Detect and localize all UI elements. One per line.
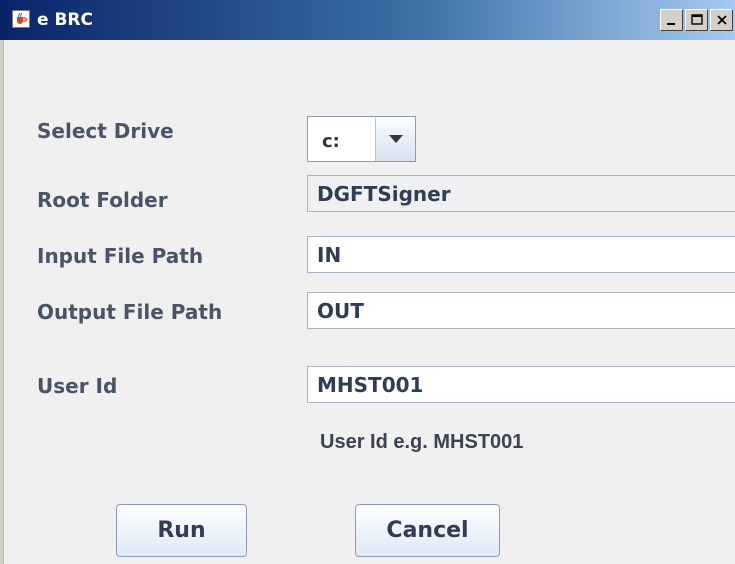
close-icon xyxy=(717,15,727,25)
input-file-path-label: Input File Path xyxy=(37,244,204,268)
user-id-value: MHST001 xyxy=(317,373,424,397)
window-controls xyxy=(660,9,733,32)
minimize-button[interactable] xyxy=(660,9,683,31)
cancel-button[interactable]: Cancel xyxy=(355,504,500,557)
user-id-example-hint: User Id e.g. MHST001 xyxy=(320,431,524,453)
root-folder-value: DGFTSigner xyxy=(317,182,451,206)
drive-select-value: c: xyxy=(322,131,340,152)
ebrc-window: e BRC Select Drive c: Root Folder DGFTSi… xyxy=(0,0,735,564)
drive-select[interactable]: c: xyxy=(307,116,416,162)
run-button[interactable]: Run xyxy=(116,504,247,557)
java-coffee-cup-icon xyxy=(12,10,30,28)
drive-select-arrow-button[interactable] xyxy=(375,117,415,161)
user-id-label: User Id xyxy=(37,374,118,398)
user-id-field[interactable]: MHST001 xyxy=(307,366,735,403)
minimize-icon xyxy=(667,23,675,25)
chevron-down-icon xyxy=(389,135,403,143)
input-file-path-value: IN xyxy=(317,243,342,267)
root-folder-field: DGFTSigner xyxy=(307,175,735,212)
window-left-border xyxy=(0,40,4,564)
close-button[interactable] xyxy=(710,9,733,31)
output-file-path-value: OUT xyxy=(317,299,364,323)
output-file-path-field[interactable]: OUT xyxy=(307,292,735,329)
title-bar[interactable]: e BRC xyxy=(0,0,735,40)
root-folder-label: Root Folder xyxy=(37,188,168,212)
input-file-path-field[interactable]: IN xyxy=(307,236,735,273)
maximize-icon xyxy=(691,14,703,25)
select-drive-label: Select Drive xyxy=(37,119,174,143)
output-file-path-label: Output File Path xyxy=(37,300,223,324)
maximize-button[interactable] xyxy=(685,9,708,31)
window-title: e BRC xyxy=(37,10,93,30)
